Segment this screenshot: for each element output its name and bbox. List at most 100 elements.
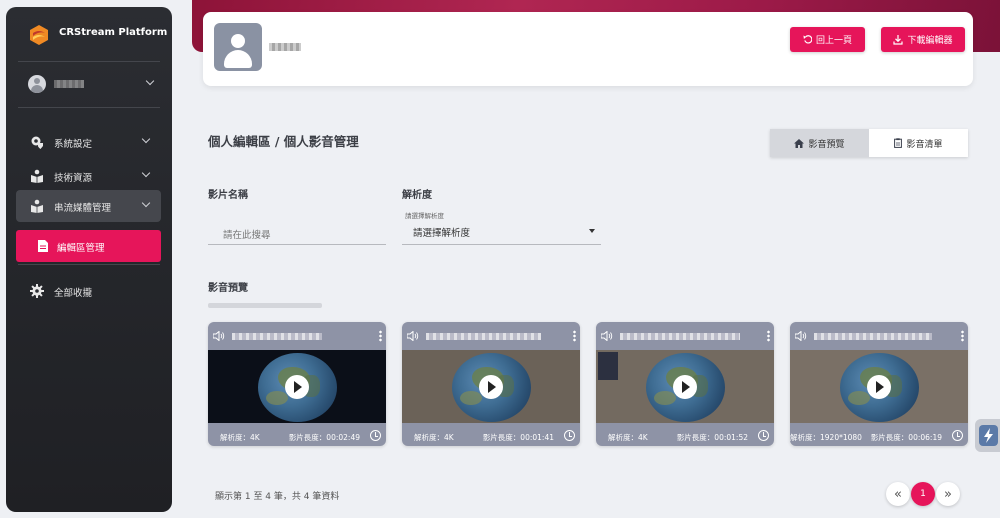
back-button[interactable]: 回上一頁 — [790, 27, 865, 52]
clipboard-icon — [894, 138, 903, 148]
video-card-header — [596, 322, 774, 350]
view-toggle: 影音預覽 影音清單 — [770, 129, 968, 157]
back-button-label: 回上一頁 — [815, 36, 852, 46]
section-underline — [208, 303, 322, 308]
volume-icon[interactable] — [407, 331, 419, 341]
video-card-header — [208, 322, 386, 350]
video-thumbnail[interactable] — [790, 350, 968, 423]
search-input[interactable] — [208, 221, 386, 245]
video-card-footer: 解析度：1920*1080 影片長度：00:06:19 — [790, 423, 968, 446]
resolution-select-caption: 請選擇解析度 — [405, 212, 444, 220]
tab-video-list[interactable]: 影音清單 — [869, 129, 968, 157]
play-icon[interactable] — [285, 375, 309, 399]
more-vertical-icon[interactable] — [961, 330, 964, 342]
sidebar-item-system-settings[interactable]: 系統設定 — [16, 127, 161, 157]
tab-label: 影音清單 — [906, 139, 943, 150]
page-title: 個人編輯區 / 個人影音管理 — [208, 134, 359, 149]
pagination-next-button[interactable]: » — [936, 482, 960, 506]
section-title: 影音預覽 — [208, 283, 248, 294]
caret-down-icon — [589, 229, 595, 233]
home-icon — [794, 138, 805, 148]
video-card[interactable]: 解析度：4K 影片長度：00:01:41 — [402, 322, 580, 446]
clock-icon — [564, 430, 575, 441]
video-thumbnail[interactable] — [402, 350, 580, 423]
clock-icon — [370, 430, 381, 441]
video-name-label: 影片名稱 — [208, 190, 248, 201]
clock-icon — [758, 430, 769, 441]
book-user-icon — [31, 199, 43, 213]
sidebar-item-editor-management[interactable]: 編輯區管理 — [16, 230, 161, 262]
brand[interactable]: CRStream Platform — [6, 7, 172, 61]
chevron-down-icon — [141, 134, 151, 144]
clock-icon — [952, 430, 963, 441]
user-name-blurred — [269, 43, 301, 51]
chevron-down-icon — [141, 168, 151, 178]
video-duration: 影片長度：00:02:49 — [288, 433, 360, 442]
video-resolution: 解析度：4K — [220, 433, 260, 442]
download-icon — [893, 34, 904, 45]
video-title-blurred — [426, 333, 541, 340]
video-card[interactable]: 解析度：4K 影片長度：00:02:49 — [208, 322, 386, 446]
video-title-blurred — [814, 333, 932, 340]
sidebar-item-streaming-media[interactable]: 串流媒體管理 — [16, 190, 161, 222]
volume-icon[interactable] — [795, 331, 807, 341]
download-editor-label: 下載編輯器 — [907, 36, 953, 46]
sidebar-item-label: 全部收攏 — [54, 288, 93, 299]
divider — [18, 264, 160, 265]
brand-title: CRStream Platform — [59, 27, 168, 38]
sidebar-item-label: 串流媒體管理 — [54, 203, 112, 214]
sidebar-item-label: 系統設定 — [54, 139, 93, 150]
chevron-down-icon — [141, 198, 151, 208]
user-name-blurred — [54, 80, 84, 88]
download-editor-button[interactable]: 下載編輯器 — [881, 27, 965, 52]
sidebar: CRStream Platform 系統設定 技術資源 串流媒體管理 編輯區管理… — [6, 7, 172, 512]
video-thumbnail[interactable] — [596, 350, 774, 423]
video-card-footer: 解析度：4K 影片長度：00:01:41 — [402, 423, 580, 446]
pagination-prev-button[interactable]: « — [886, 482, 910, 506]
play-icon[interactable] — [867, 375, 891, 399]
video-thumbnail[interactable] — [208, 350, 386, 423]
resolution-select-value: 請選擇解析度 — [413, 228, 471, 239]
chevron-down-icon — [145, 76, 155, 86]
records-summary: 顯示第 1 至 4 筆，共 4 筆資料 — [215, 492, 340, 502]
video-title-blurred — [620, 333, 740, 340]
sidebar-item-tech-resources[interactable]: 技術資源 — [16, 161, 161, 191]
book-user-icon — [31, 169, 43, 183]
play-icon[interactable] — [479, 375, 503, 399]
tab-video-preview[interactable]: 影音預覽 — [770, 129, 869, 157]
pagination-page-1[interactable]: 1 — [911, 482, 935, 506]
more-vertical-icon[interactable] — [767, 330, 770, 342]
video-resolution: 解析度：1920*1080 — [790, 433, 862, 442]
video-card[interactable]: 解析度：4K 影片長度：00:01:52 — [596, 322, 774, 446]
gear-shield-icon — [31, 136, 43, 149]
video-card-header — [790, 322, 968, 350]
floating-widget-button[interactable] — [975, 419, 1000, 452]
sidebar-item-label: 技術資源 — [54, 173, 93, 184]
more-vertical-icon[interactable] — [379, 330, 382, 342]
avatar — [214, 23, 262, 71]
video-card-footer: 解析度：4K 影片長度：00:02:49 — [208, 423, 386, 446]
divider — [18, 61, 160, 62]
video-card-header — [402, 322, 580, 350]
play-icon[interactable] — [673, 375, 697, 399]
video-resolution: 解析度：4K — [414, 433, 454, 442]
video-card[interactable]: 解析度：1920*1080 影片長度：00:06:19 — [790, 322, 968, 446]
gear-icon — [30, 284, 44, 298]
more-vertical-icon[interactable] — [573, 330, 576, 342]
resolution-label: 解析度 — [402, 190, 432, 201]
avatar — [28, 75, 46, 93]
thumbnail-overlay-panel — [598, 352, 618, 380]
resolution-select[interactable]: 請選擇解析度 請選擇解析度 — [402, 208, 601, 245]
user-menu[interactable] — [6, 70, 172, 96]
sidebar-item-label: 編輯區管理 — [57, 243, 105, 254]
volume-icon[interactable] — [213, 331, 225, 341]
profile-header: 回上一頁 下載編輯器 — [203, 12, 973, 86]
lightning-icon — [979, 425, 998, 446]
video-duration: 影片長度：00:06:19 — [870, 433, 942, 442]
volume-icon[interactable] — [601, 331, 613, 341]
video-resolution: 解析度：4K — [608, 433, 648, 442]
video-title-blurred — [232, 333, 322, 340]
collapse-all-button[interactable]: 全部收攏 — [16, 276, 161, 306]
brand-logo-icon — [30, 25, 48, 45]
tab-label: 影音預覽 — [808, 139, 845, 150]
